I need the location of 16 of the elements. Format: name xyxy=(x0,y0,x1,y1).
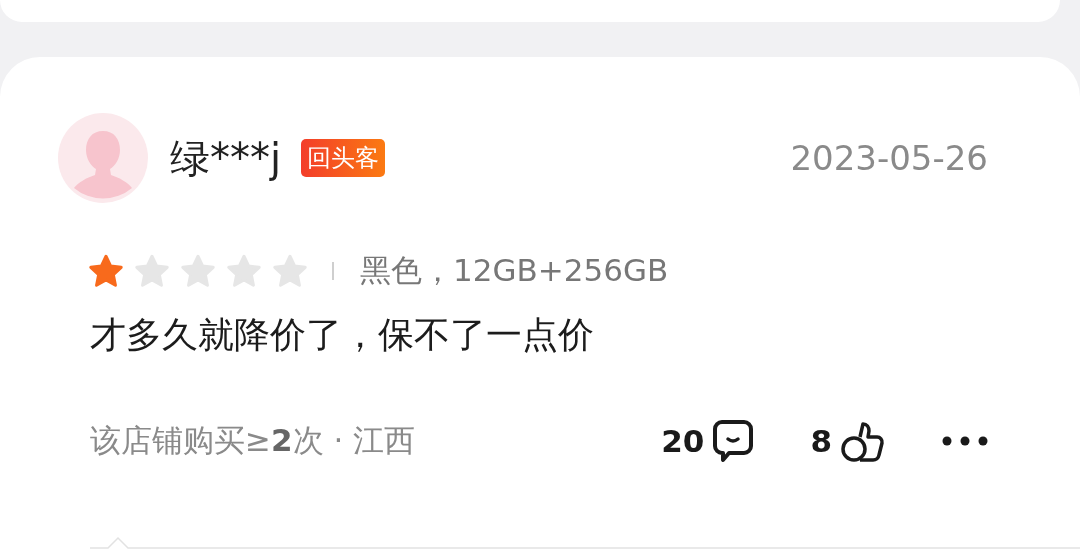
more-icon[interactable] xyxy=(942,436,988,446)
product-variant: 黑色，12GB+256GB xyxy=(360,251,669,290)
review-text: 才多久就降价了，保不了一点价 xyxy=(90,313,595,357)
star-icon xyxy=(180,254,216,288)
star-icon xyxy=(226,254,262,288)
star-icon xyxy=(88,254,124,288)
like-count: 8 xyxy=(810,423,832,459)
thumbs-up-icon[interactable] xyxy=(840,419,886,463)
customer-badge: 回头客 xyxy=(301,139,386,177)
comment-count: 20 xyxy=(661,423,705,459)
user-name: 绿***j xyxy=(170,133,282,183)
star-icon xyxy=(272,254,308,288)
review-date: 2023-05-26 xyxy=(790,138,988,178)
star-icon xyxy=(134,254,170,288)
comment-icon[interactable] xyxy=(712,419,755,463)
purchase-info: 该店铺购买≥2次 · 江西 xyxy=(90,421,416,460)
